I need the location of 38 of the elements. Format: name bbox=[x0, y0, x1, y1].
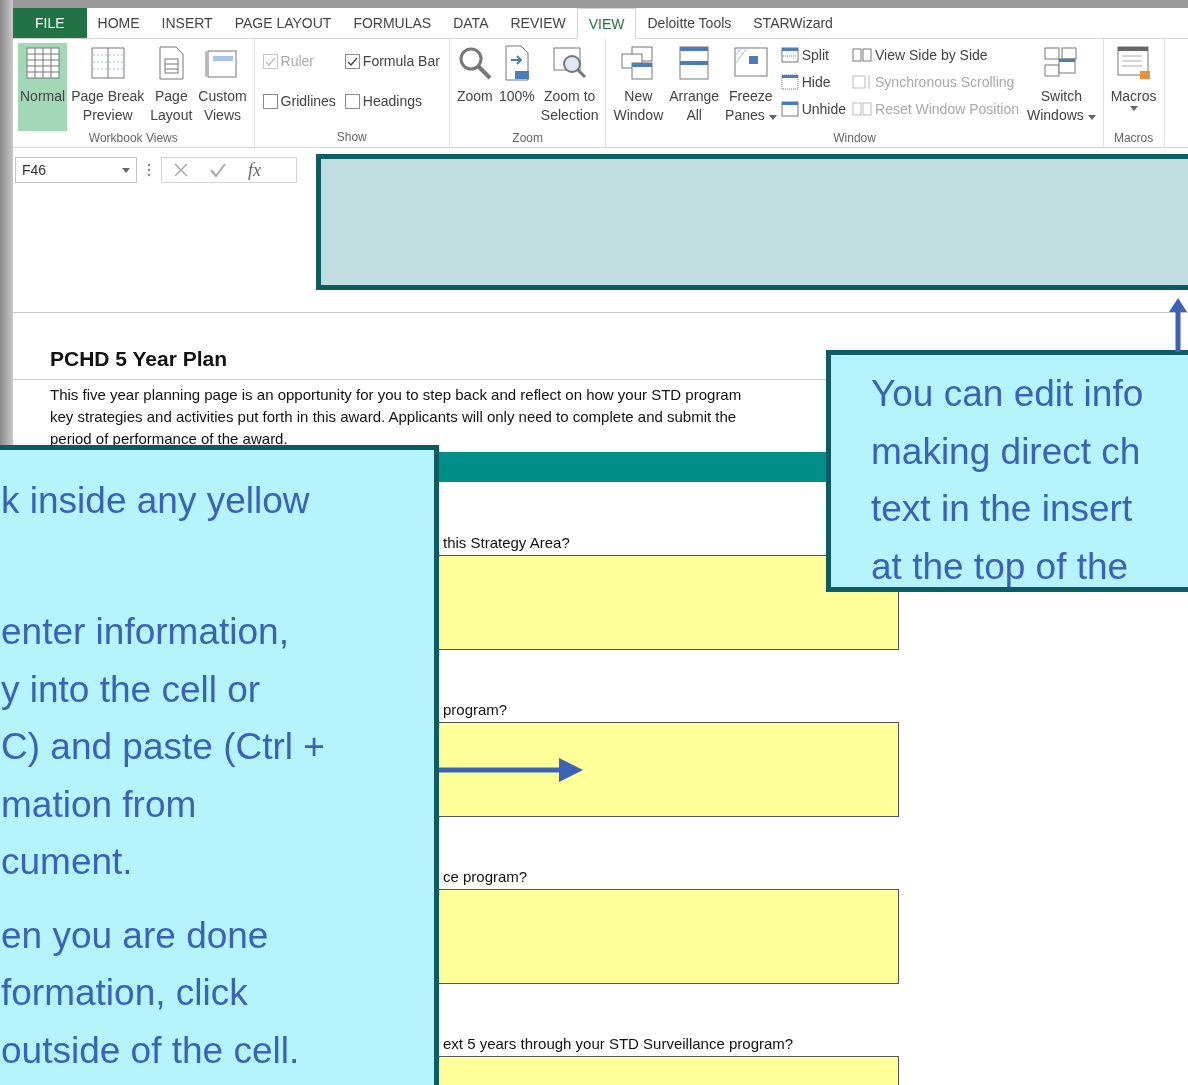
checkbox[interactable]: Formula Bar bbox=[341, 43, 444, 79]
callout-text: enter information, y into the cell or C) and paste (Ctrl + mation from cument. bbox=[1, 610, 326, 884]
ribbon-button[interactable]: View Side by Side bbox=[852, 43, 1023, 66]
question-text: ext 5 years through your STD Surveillance program? bbox=[443, 1035, 795, 1054]
ribbon-button[interactable]: Split bbox=[780, 43, 851, 66]
intro-text: period of performance of the award. bbox=[50, 429, 288, 449]
ribbon-button[interactable]: Freeze Panes bbox=[723, 43, 779, 131]
ribbon-button[interactable]: Custom Views bbox=[196, 43, 249, 131]
ribbon-button[interactable]: 100% bbox=[496, 43, 537, 131]
intro-text: key strategies and activities put forth in this award. Applicants will only need to complete and submit the bbox=[50, 407, 737, 427]
ribbon-button[interactable]: Macros bbox=[1108, 43, 1159, 131]
callout-text: k inside any yellow bbox=[1, 479, 311, 523]
checkbox[interactable]: Headings bbox=[341, 83, 444, 119]
question-text: this Strategy Area? bbox=[443, 534, 571, 553]
ribbon-button[interactable]: New Window bbox=[611, 43, 666, 131]
group-label: Window bbox=[832, 131, 877, 147]
ribbon-button[interactable]: Page Layout bbox=[148, 43, 195, 131]
ribbon-button[interactable]: Hide bbox=[780, 70, 851, 93]
ribbon-button[interactable]: Page Break Preview bbox=[69, 43, 147, 131]
ribbon-button[interactable]: Normal bbox=[18, 43, 68, 131]
group-label: Zoom bbox=[511, 131, 544, 147]
group-label: Show bbox=[335, 130, 368, 146]
name-box[interactable]: F46 bbox=[15, 157, 137, 183]
checkbox[interactable]: Gridlines bbox=[259, 83, 340, 119]
ribbon-button[interactable]: Unhide bbox=[780, 97, 851, 120]
ribbon-button[interactable]: Zoom bbox=[454, 43, 495, 131]
ribbon-button[interactable]: Switch Windows bbox=[1025, 43, 1098, 131]
ribbon-button[interactable]: Arrange All bbox=[667, 43, 722, 131]
question-text: ce program? bbox=[443, 868, 529, 887]
question-text: program? bbox=[443, 701, 509, 720]
ribbon-button[interactable]: Zoom to Selection bbox=[538, 43, 601, 131]
callout-text: en you are done formation, click outside of the cell. bbox=[1, 913, 301, 1073]
group-label: Workbook Views bbox=[87, 131, 179, 147]
insert-function-button[interactable]: fx bbox=[248, 159, 261, 181]
group-label: Macros bbox=[1112, 131, 1155, 147]
ribbon-tab[interactable]: VIEW bbox=[576, 8, 637, 39]
intro-text: This five year planning page is an opportunity for you to step back and reflect on how your STD program bbox=[50, 385, 742, 405]
file-tab[interactable]: FILE bbox=[13, 8, 87, 38]
